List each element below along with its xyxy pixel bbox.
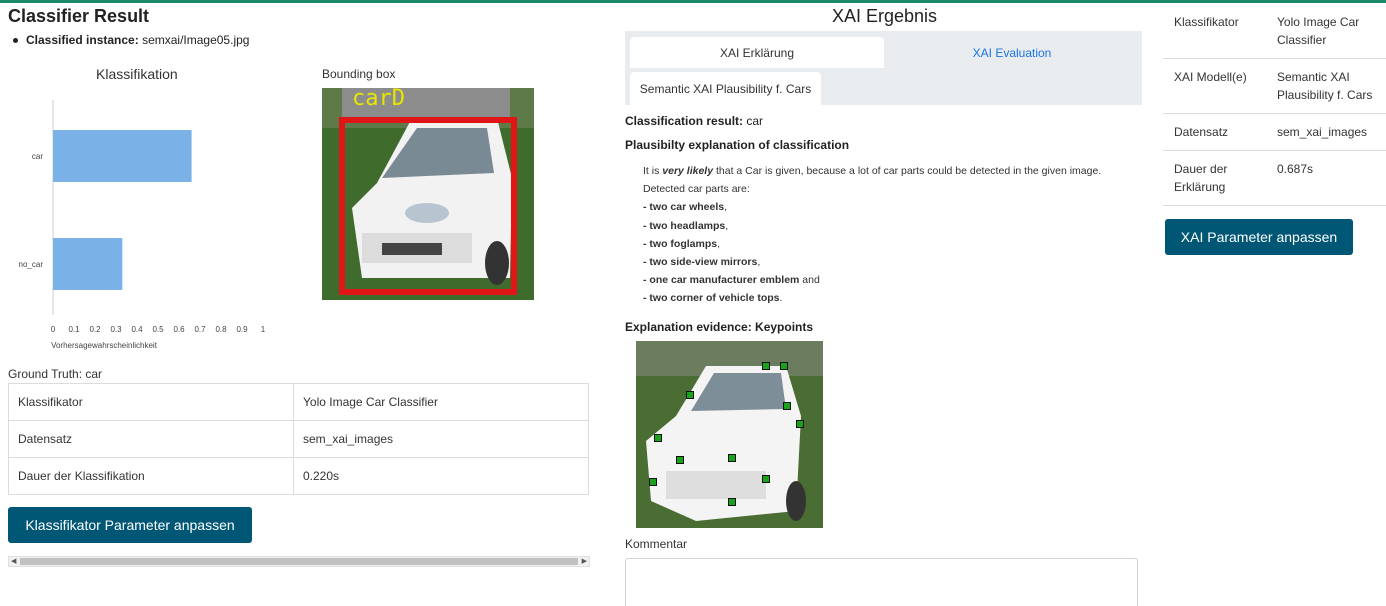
table-key: Datensatz — [1163, 113, 1266, 151]
keypoint-marker — [728, 454, 736, 462]
x-tick-label: 0.8 — [215, 325, 227, 334]
table-row: XAI Modell(e) Semantic XAI Plausibility … — [1163, 58, 1386, 114]
keypoint-marker — [783, 402, 791, 410]
x-tick-label: 0.7 — [194, 325, 206, 334]
list-item: - two side-view mirrors, — [643, 256, 761, 269]
kommentar-label: Kommentar — [625, 537, 688, 551]
table-row: Klassifikator Yolo Image Car Classifier — [8, 383, 589, 421]
table-value: sem_xai_images — [1266, 113, 1386, 151]
bbox-overlay-label: carD — [352, 88, 405, 111]
chart-title: Klassifikation — [96, 66, 178, 82]
x-tick-label: 0.3 — [110, 325, 122, 334]
table-value: Semantic XAI Plausibility f. Cars — [1266, 58, 1386, 114]
keypoint-marker — [762, 475, 770, 483]
x-tick-label: 0 — [51, 325, 56, 334]
xai-tabs: XAI Erklärung XAI Evaluation Semantic XA… — [625, 31, 1142, 105]
bounding-box-rect — [339, 117, 517, 295]
bar-car — [53, 130, 192, 182]
bounding-box-label: Bounding box — [322, 67, 396, 81]
table-value: 0.220s — [293, 457, 589, 495]
scrollbar-thumb[interactable] — [20, 558, 578, 565]
classifier-parameters-button[interactable]: Klassifikator Parameter anpassen — [8, 507, 252, 543]
x-tick-label: 0.9 — [236, 325, 248, 334]
table-row: Datensatz sem_xai_images — [8, 420, 589, 458]
x-tick-label: 0.5 — [152, 325, 164, 334]
keypoint-marker — [649, 478, 657, 486]
classifier-result-title: Classifier Result — [8, 6, 150, 26]
classified-instance: Classified instance: semxai/Image05.jpg — [13, 33, 250, 47]
x-tick-label: 0.6 — [173, 325, 185, 334]
list-item: - two car wheels, — [643, 201, 728, 214]
classification-result-label: Classification result: — [625, 114, 744, 128]
subtab-semantic-xai[interactable]: Semantic XAI Plausibility f. Cars — [630, 72, 821, 105]
list-item: - one car manufacturer emblem and — [643, 274, 820, 287]
classification-bar-chart: car no_car 0 0.1 0.2 0.3 0.4 0.5 0.6 0.7 0.8 0.9 1 Vo… — [19, 100, 266, 350]
xai-result-title: XAI Ergebnis — [832, 6, 938, 26]
plausibility-explanation: It is very likely that a Car is given, b… — [643, 162, 1101, 308]
x-tick-label: 1 — [261, 325, 266, 334]
kommentar-input[interactable] — [625, 558, 1138, 606]
table-value: sem_xai_images — [293, 420, 589, 458]
table-key: Datensatz — [8, 420, 294, 458]
table-key: Dauer der Erklärung — [1163, 150, 1266, 206]
detected-parts-label: Detected car parts are: — [643, 183, 750, 196]
x-tick-label: 0.1 — [68, 325, 80, 334]
instance-label: Classified instance — [26, 33, 135, 47]
instance-value: semxai/Image05.jpg — [142, 33, 250, 47]
keypoint-marker — [780, 362, 788, 370]
scroll-right-icon[interactable]: ▶ — [582, 557, 587, 566]
table-row: Dauer der Klassifikation 0.220s — [8, 457, 589, 495]
classification-result: Classification result: car — [625, 114, 763, 128]
list-item: - two foglamps, — [643, 237, 721, 250]
xai-parameters-button[interactable]: XAI Parameter anpassen — [1165, 219, 1353, 255]
evidence-heading: Explanation evidence: Keypoints — [625, 320, 814, 334]
explanation-sentence: It is very likely that a Car is given, b… — [643, 165, 1102, 177]
table-key: XAI Modell(e) — [1163, 58, 1266, 114]
table-value: Yolo Image Car Classifier — [1266, 4, 1386, 59]
keypoint-marker — [686, 391, 694, 399]
keypoints-image — [636, 341, 823, 528]
table-row: Dauer der Erklärung 0.687s — [1163, 150, 1386, 206]
classifier-info-table: Klassifikator Yolo Image Car Classifier … — [8, 383, 589, 495]
ground-truth: Ground Truth: car — [8, 367, 103, 381]
y-tick-label: car — [32, 152, 43, 161]
xai-info-table: Klassifikator Yolo Image Car Classifier … — [1163, 4, 1386, 206]
bar-no_car — [53, 238, 123, 290]
x-tick-label: 0.2 — [89, 325, 101, 334]
keypoint-marker — [676, 456, 684, 464]
x-tick-label: 0.4 — [131, 325, 143, 334]
list-item: - two corner of vehicle tops. — [643, 292, 783, 305]
scroll-left-icon[interactable]: ◀ — [11, 557, 16, 566]
very-likely-emphasis: very likely — [662, 165, 714, 177]
y-tick-label: no_car — [19, 260, 44, 269]
table-row: Datensatz sem_xai_images — [1163, 113, 1386, 151]
table-key: Klassifikator — [1163, 4, 1266, 59]
horizontal-scrollbar[interactable]: ◀ ▶ — [8, 556, 590, 567]
table-value: 0.687s — [1266, 150, 1386, 206]
keypoint-marker — [654, 434, 662, 442]
keypoint-marker — [728, 498, 736, 506]
tab-xai-evaluation[interactable]: XAI Evaluation — [887, 37, 1137, 68]
table-row: Klassifikator Yolo Image Car Classifier — [1163, 4, 1386, 59]
classification-result-value: car — [746, 114, 764, 128]
top-accent-bar — [0, 0, 1386, 3]
table-value: Yolo Image Car Classifier — [293, 383, 589, 421]
bounding-box-image: carD — [322, 88, 534, 300]
bullet-icon — [13, 38, 18, 43]
keypoint-marker — [796, 420, 804, 428]
table-key: Dauer der Klassifikation — [8, 457, 294, 495]
list-item: - two headlamps, — [643, 219, 729, 232]
keypoint-marker — [762, 362, 770, 370]
table-key: Klassifikator — [8, 383, 294, 421]
x-axis-label: Vorhersagewahrscheinlichkeit — [51, 341, 158, 350]
tab-xai-erklaerung[interactable]: XAI Erklärung — [630, 37, 884, 68]
plausibility-heading: Plausibilty explanation of classificatio… — [625, 138, 850, 152]
